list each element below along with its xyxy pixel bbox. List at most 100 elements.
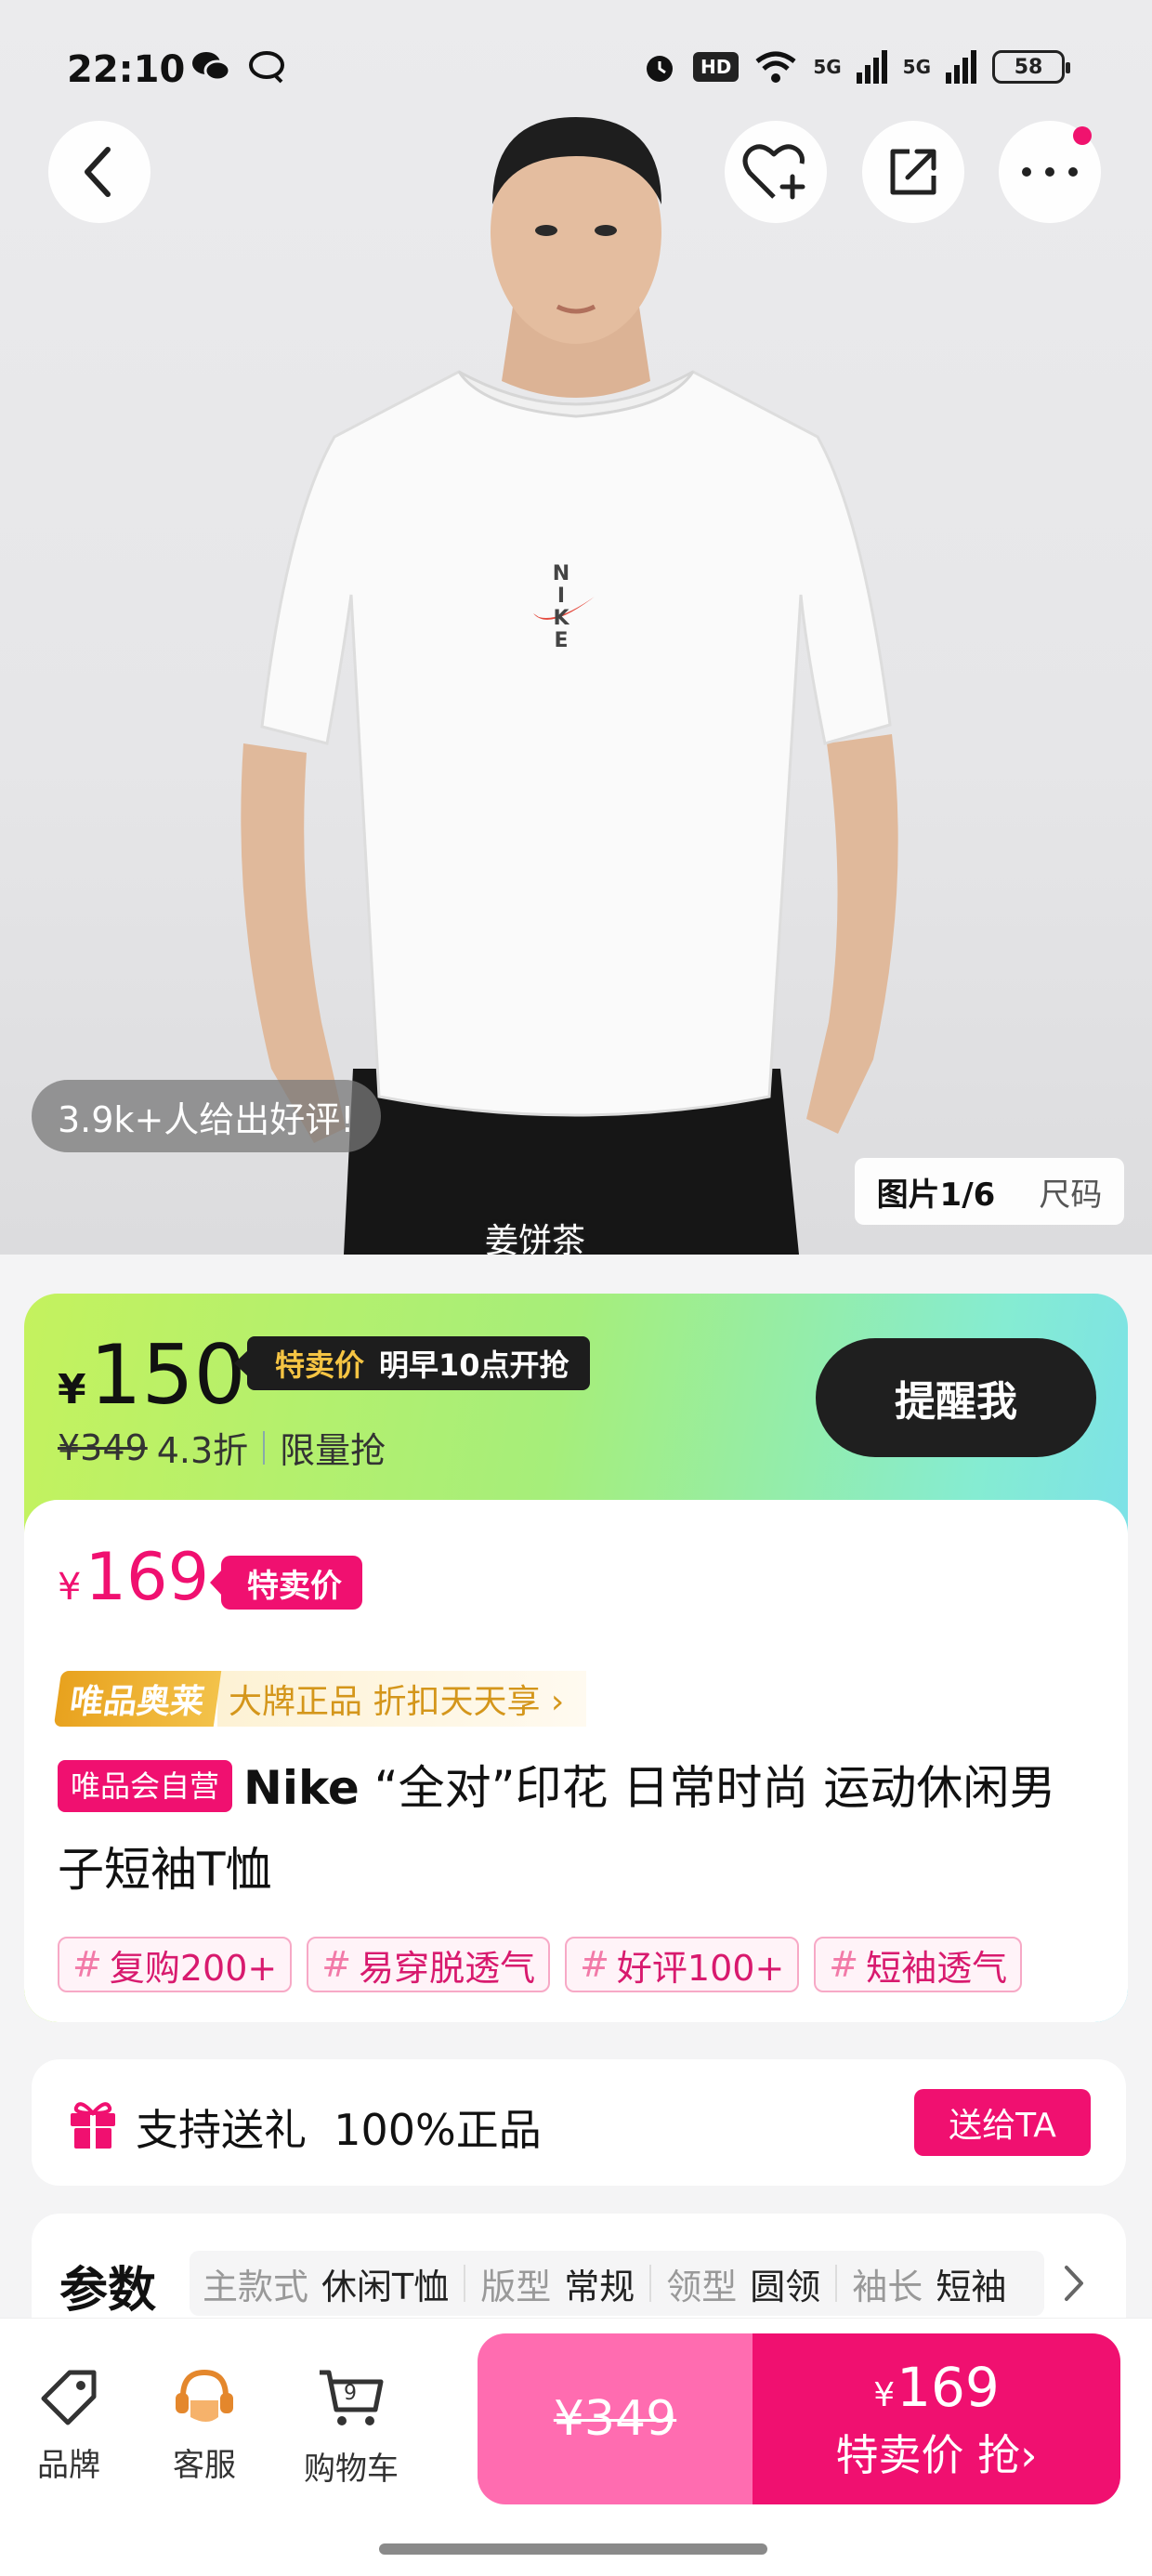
heart-plus-icon	[742, 144, 805, 200]
buy-price-value: 169	[897, 2355, 1000, 2419]
param-value: 圆领	[750, 2266, 821, 2307]
current-price: ¥ 169	[58, 1539, 209, 1615]
status-bar: 22:10 HD 5G 5G 58	[0, 0, 1152, 139]
favorite-button[interactable]	[725, 121, 827, 223]
review-count-pill: 3.9k+人给出好评!	[32, 1080, 381, 1152]
share-button[interactable]	[862, 121, 964, 223]
more-button[interactable]	[999, 121, 1101, 223]
home-indicator[interactable]	[379, 2543, 767, 2555]
discount-text: 4.3折	[156, 1430, 249, 1471]
hero-caption: 姜饼茶	[485, 1222, 586, 1255]
hashtag-label: 易穿脱透气	[359, 1947, 536, 1989]
original-price: ¥349	[58, 1426, 148, 1468]
hashtag-symbol: #	[829, 1944, 859, 1985]
gift-text: 支持送礼 100%正品	[136, 2105, 542, 2155]
hashtag-symbol: #	[580, 1944, 609, 1985]
hashtag-label: 好评100+	[616, 1947, 785, 1989]
cart-icon-wrap: 9	[316, 2365, 386, 2434]
param-item: 版型 常规	[480, 2258, 635, 2309]
back-button[interactable]	[48, 121, 151, 223]
chat-bubble-icon	[249, 51, 284, 84]
buy-action-label: 特卖价 抢›	[835, 2429, 1038, 2480]
hashtag-chip[interactable]: # 复购200+	[58, 1937, 293, 1992]
product-image-carousel[interactable]: NIKE 22:10 HD 5G 5G 58 3.9k+人给出好评! 图片1/6…	[0, 0, 1152, 1255]
nav-service-label: 客服	[173, 2447, 236, 2484]
nav-brand-label: 品牌	[37, 2447, 100, 2484]
bottom-action-bar: 品牌 客服 9 购物车 ¥349 ¥169 特卖价 抢›	[0, 2318, 1152, 2576]
price-subinfo: ¥349 4.3折 限量抢	[58, 1422, 386, 1473]
presale-price-value: 150	[89, 1327, 246, 1423]
hashtag-label: 短袖透气	[866, 1947, 1008, 1989]
current-price-value: 169	[85, 1539, 210, 1615]
self-operated-tag: 唯品会自营	[58, 1760, 233, 1812]
image-counter-label[interactable]: 图片1/6	[877, 1169, 996, 1215]
param-key: 版型	[480, 2266, 552, 2307]
param-value: 休闲T恤	[321, 2266, 450, 2307]
signal-5g-1: 5G	[813, 56, 842, 78]
gift-row: 支持送礼 100%正品 送给TA	[32, 2059, 1126, 2186]
original-price-button[interactable]: ¥349	[478, 2333, 753, 2504]
hashtag-symbol: #	[72, 1944, 102, 1985]
param-key: 袖长	[852, 2266, 923, 2307]
image-counter[interactable]: 图片1/6 尺码	[855, 1158, 1124, 1225]
signal-5g-2: 5G	[902, 56, 931, 78]
tag-icon	[41, 2370, 97, 2425]
cart-count: 9	[344, 2382, 357, 2405]
nav-customer-service[interactable]: 客服	[149, 2365, 260, 2485]
shirt-logo-text: NIKE	[552, 562, 570, 652]
outlet-banner[interactable]: 唯品奥莱 大牌正品 折扣天天享 ›	[53, 1671, 587, 1727]
presale-currency: ¥	[58, 1366, 86, 1413]
remind-me-button[interactable]: 提醒我	[816, 1338, 1096, 1457]
battery-indicator: 58	[992, 50, 1070, 84]
param-item: 主款式 休闲T恤	[203, 2258, 449, 2309]
hashtag-chip[interactable]: # 易穿脱透气	[307, 1937, 551, 1992]
notification-dot	[1073, 126, 1092, 145]
product-photo-model	[241, 117, 898, 1255]
nav-cart[interactable]: 9 购物车	[295, 2365, 407, 2489]
divider	[835, 2265, 838, 2302]
customer-service-icon	[176, 2369, 233, 2422]
more-dots-icon	[1022, 167, 1078, 177]
product-info-section: ¥ 169 特卖价 唯品奥莱 大牌正品 折扣天天享 › 唯品会自营 Nike “全…	[24, 1500, 1128, 2022]
param-value: 短袖	[936, 2266, 1007, 2307]
hd-icon: HD	[692, 52, 740, 82]
presale-tag: 特卖价 明早10点开抢	[234, 1336, 590, 1390]
send-gift-button[interactable]: 送给TA	[914, 2089, 1091, 2156]
nav-brand[interactable]: 品牌	[13, 2365, 124, 2485]
gift-icon	[71, 2102, 115, 2149]
param-key: 主款式	[203, 2266, 309, 2307]
buy-currency: ¥	[873, 2375, 896, 2414]
outlet-badge: 唯品奥莱	[53, 1671, 222, 1727]
share-icon	[890, 149, 936, 195]
params-strip[interactable]: 主款式 休闲T恤 版型 常规 领型 圆领 袖长 短袖	[190, 2251, 1044, 2316]
divider	[263, 1430, 266, 1465]
presale-tag-text: 明早10点开抢	[379, 1347, 569, 1383]
status-notification-icons	[190, 48, 287, 85]
param-value: 常规	[564, 2266, 635, 2307]
buy-price: ¥169	[873, 2356, 1000, 2427]
outlet-text: 大牌正品 折扣天天享 ›	[217, 1671, 587, 1727]
product-title: 唯品会自营 Nike “全对”印花 日常时尚 运动休闲男子短袖T恤	[58, 1747, 1098, 1911]
hashtag-symbol: #	[321, 1944, 352, 1985]
signal-bars-icon	[946, 50, 976, 84]
hashtag-chip[interactable]: # 好评100+	[565, 1937, 800, 1992]
chevron-right-icon	[1065, 2266, 1083, 2301]
wechat-icon	[192, 52, 231, 82]
size-chart-link[interactable]: 尺码	[1039, 1169, 1102, 1215]
price-card: ¥ 150 特卖价 明早10点开抢 ¥349 4.3折 限量抢 提醒我 ¥ 16…	[24, 1294, 1128, 2022]
param-key: 领型	[666, 2266, 738, 2307]
signal-bars-icon	[856, 50, 887, 84]
limited-text: 限量抢	[280, 1430, 386, 1471]
product-brand: Nike	[243, 1761, 360, 1815]
purchase-buttons: ¥349 ¥169 特卖价 抢›	[478, 2333, 1120, 2504]
hashtag-chip[interactable]: # 短袖透气	[814, 1937, 1023, 1992]
current-currency: ¥	[58, 1566, 82, 1609]
status-time: 22:10	[67, 48, 186, 91]
buy-now-button[interactable]: ¥169 特卖价 抢›	[753, 2333, 1120, 2504]
wifi-icon	[755, 51, 796, 83]
chevron-left-icon	[85, 147, 111, 197]
divider	[464, 2265, 466, 2302]
alarm-icon	[646, 56, 673, 82]
param-item: 袖长 短袖	[852, 2258, 1006, 2309]
hashtag-list: # 复购200+ # 易穿脱透气 # 好评100+ # 短袖透气	[58, 1937, 1023, 1992]
